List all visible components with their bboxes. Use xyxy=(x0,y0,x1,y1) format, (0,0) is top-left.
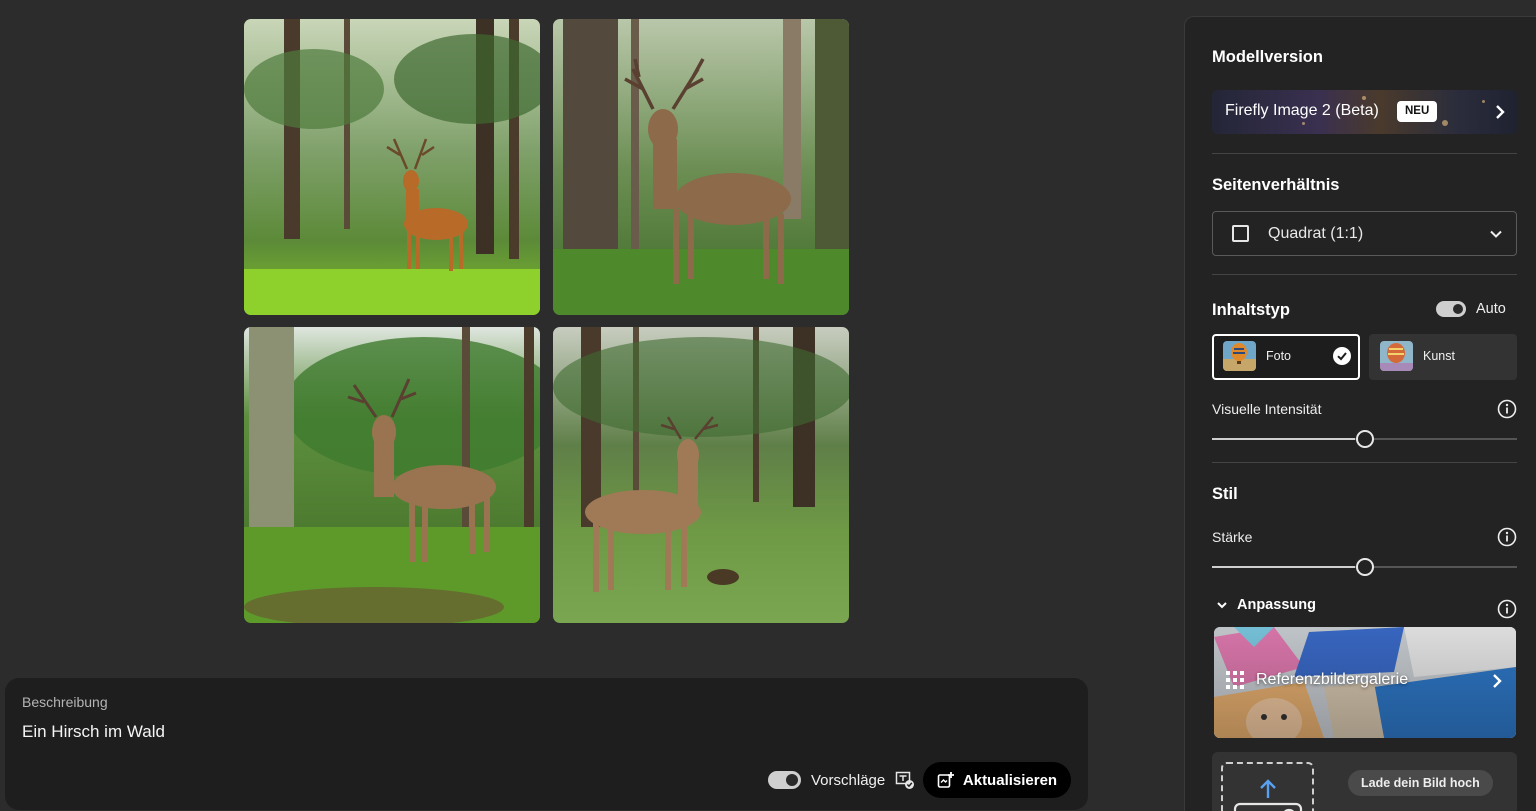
generated-image-3[interactable] xyxy=(244,327,540,623)
suggestions-label: Vorschläge xyxy=(811,771,886,789)
prompt-label: Beschreibung xyxy=(22,694,108,710)
suggestions-control: Vorschläge xyxy=(768,769,915,791)
divider xyxy=(1212,153,1517,154)
settings-panel: Modellversion Firefly Image 2 (Beta) NEU… xyxy=(1184,16,1536,811)
reference-gallery-label: Referenzbildergalerie xyxy=(1256,671,1409,688)
content-type-art-label: Kunst xyxy=(1423,349,1455,363)
grid-icon xyxy=(1226,671,1244,689)
prompt-input[interactable]: Ein Hirsch im Wald xyxy=(22,722,165,742)
upload-image-button[interactable]: Lade dein Bild hoch xyxy=(1348,770,1493,796)
divider xyxy=(1212,274,1517,275)
content-type-photo-label: Foto xyxy=(1266,349,1292,363)
model-version-selector[interactable]: Firefly Image 2 (Beta) NEU xyxy=(1212,90,1517,134)
checkmark-icon xyxy=(1333,347,1351,365)
refresh-image-icon xyxy=(937,772,954,788)
visual-intensity-label: Visuelle Intensität xyxy=(1212,401,1322,417)
upload-dropzone[interactable] xyxy=(1221,762,1314,811)
info-icon[interactable] xyxy=(1497,599,1517,619)
aspect-ratio-heading: Seitenverhältnis xyxy=(1212,176,1340,194)
info-icon[interactable] xyxy=(1497,399,1517,419)
style-heading: Stil xyxy=(1212,485,1238,503)
art-thumbnail xyxy=(1380,341,1413,371)
reference-gallery-button[interactable]: Referenzbildergalerie xyxy=(1214,627,1516,738)
strength-label: Stärke xyxy=(1212,529,1253,545)
customize-label: Anpassung xyxy=(1237,597,1316,613)
new-badge: NEU xyxy=(1397,101,1438,122)
aspect-ratio-select[interactable]: Quadrat (1:1) xyxy=(1212,211,1517,256)
divider xyxy=(1212,462,1517,463)
customize-toggle[interactable]: Anpassung xyxy=(1216,597,1316,613)
upload-area: Lade dein Bild hoch xyxy=(1212,752,1517,811)
generated-image-4[interactable] xyxy=(553,327,849,623)
auto-control: Auto xyxy=(1436,301,1506,317)
model-name: Firefly Image 2 (Beta) xyxy=(1225,102,1379,119)
chevron-down-icon xyxy=(1490,230,1502,238)
chevron-right-icon xyxy=(1496,105,1505,119)
firefly-app: Beschreibung Ein Hirsch im Wald Vorschlä… xyxy=(0,0,1536,811)
auto-toggle[interactable] xyxy=(1436,301,1466,317)
visual-intensity-slider[interactable] xyxy=(1212,429,1517,449)
chevron-down-icon xyxy=(1217,602,1227,609)
model-version-heading: Modellversion xyxy=(1212,48,1323,66)
content-type-heading: Inhaltstyp xyxy=(1212,301,1290,319)
update-button-label: Aktualisieren xyxy=(962,771,1058,789)
strength-slider[interactable] xyxy=(1212,557,1517,577)
prompt-panel: Beschreibung Ein Hirsch im Wald Vorschlä… xyxy=(5,678,1088,810)
generated-image-2[interactable] xyxy=(553,19,849,315)
image-grid xyxy=(244,19,849,623)
update-button[interactable]: Aktualisieren xyxy=(923,762,1071,798)
square-icon xyxy=(1232,225,1249,242)
aspect-ratio-value: Quadrat (1:1) xyxy=(1268,225,1364,242)
content-type-art[interactable]: Kunst xyxy=(1369,334,1517,380)
suggestions-toggle[interactable] xyxy=(768,771,801,789)
chevron-right-icon xyxy=(1493,674,1502,688)
auto-label: Auto xyxy=(1476,301,1506,317)
generated-image-1[interactable] xyxy=(244,19,540,315)
photo-thumbnail xyxy=(1223,341,1256,371)
info-icon[interactable] xyxy=(1497,527,1517,547)
suggestions-check-icon[interactable] xyxy=(895,770,915,790)
content-type-photo[interactable]: Foto xyxy=(1212,334,1360,380)
upload-image-icon xyxy=(1233,779,1303,811)
